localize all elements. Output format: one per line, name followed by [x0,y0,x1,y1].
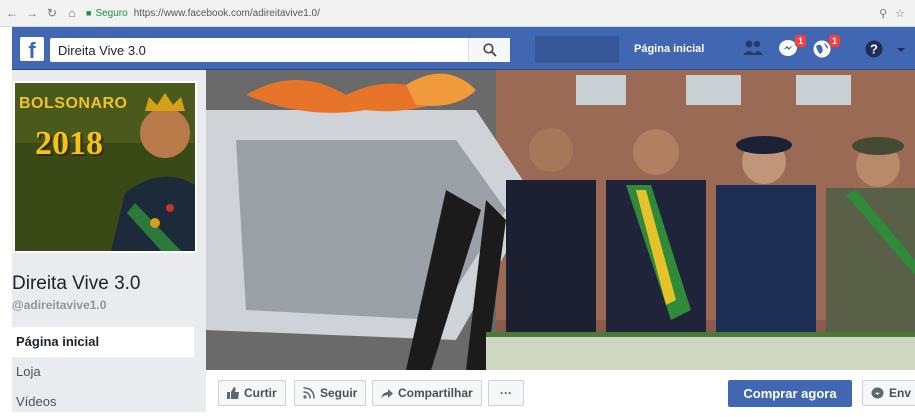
buy-now-button[interactable]: Comprar agora [728,380,852,407]
address-bar[interactable]: ■ Seguro https://www.facebook.com/adirei… [86,4,879,23]
bookmark-star-icon[interactable]: ☆ [895,7,905,20]
more-options-button[interactable]: ··· [488,380,524,406]
page-name[interactable]: Direita Vive 3.0 [12,273,141,295]
follow-label: Seguir [320,386,358,400]
lock-icon: ■ [86,8,92,18]
cover-photo[interactable] [206,70,915,370]
page-handle[interactable]: @adireitavive1.0 [12,298,106,312]
globe-notifications-icon[interactable]: 1 [812,35,840,59]
facebook-topbar: f Direita Vive 3.0 Página inicial 1 1 ? [12,27,915,70]
page-action-bar: Curtir Seguir Compartilhar ··· Comprar a… [206,370,915,412]
like-label: Curtir [244,386,277,400]
sidebar-menu: Página inicial Loja Vídeos [12,327,194,417]
rss-follow-icon [303,387,315,399]
sidebar-item-store[interactable]: Loja [12,357,194,387]
share-arrow-icon [381,389,393,398]
profile-picture[interactable]: BOLSONARO 2018 [13,81,197,253]
friends-icon[interactable] [742,39,764,59]
share-label: Compartilhar [398,386,473,400]
page-sidebar: BOLSONARO 2018 Direita Vive 3.0 @adireit… [12,70,206,412]
search-icon [482,43,497,57]
facebook-logo-icon[interactable]: f [20,37,44,61]
more-options-label: ··· [500,386,512,400]
thumbs-up-icon [227,387,239,399]
url-text: https://www.facebook.com/adireitavive1.0… [133,7,320,19]
svg-text:?: ? [870,42,878,57]
back-icon[interactable]: ← [4,6,20,20]
messenger-icon[interactable]: 1 [778,35,806,59]
messages-badge: 1 [794,35,806,47]
search-input[interactable]: Direita Vive 3.0 [50,43,468,58]
reload-icon[interactable]: ↻ [44,6,60,20]
account-menu-chevron-icon[interactable] [896,42,915,62]
messenger-small-icon [871,387,884,398]
home-icon[interactable]: ⌂ [64,6,80,20]
search-box[interactable]: Direita Vive 3.0 [50,38,510,62]
like-button[interactable]: Curtir [218,380,286,406]
profile-image-text-2: 2018 [35,125,103,162]
zoom-icon[interactable]: ⚲ [879,7,887,20]
help-icon[interactable]: ? [864,39,886,59]
buy-now-label: Comprar agora [743,386,837,401]
home-link[interactable]: Página inicial [634,43,704,55]
sidebar-item-home[interactable]: Página inicial [12,327,194,357]
notifications-badge: 1 [828,35,840,47]
follow-button[interactable]: Seguir [294,380,367,406]
send-message-label: Env [889,386,912,400]
forward-icon[interactable]: → [24,6,40,20]
profile-shortcut[interactable] [535,36,619,63]
send-message-button[interactable]: Env [862,380,915,406]
browser-toolbar: ← → ↻ ⌂ ■ Seguro https://www.facebook.co… [0,0,915,27]
search-button[interactable] [468,38,510,62]
secure-label: Seguro [95,7,128,19]
profile-image-text-1: BOLSONARO [19,95,128,112]
share-button[interactable]: Compartilhar [372,380,482,406]
sidebar-item-videos[interactable]: Vídeos [12,387,194,417]
